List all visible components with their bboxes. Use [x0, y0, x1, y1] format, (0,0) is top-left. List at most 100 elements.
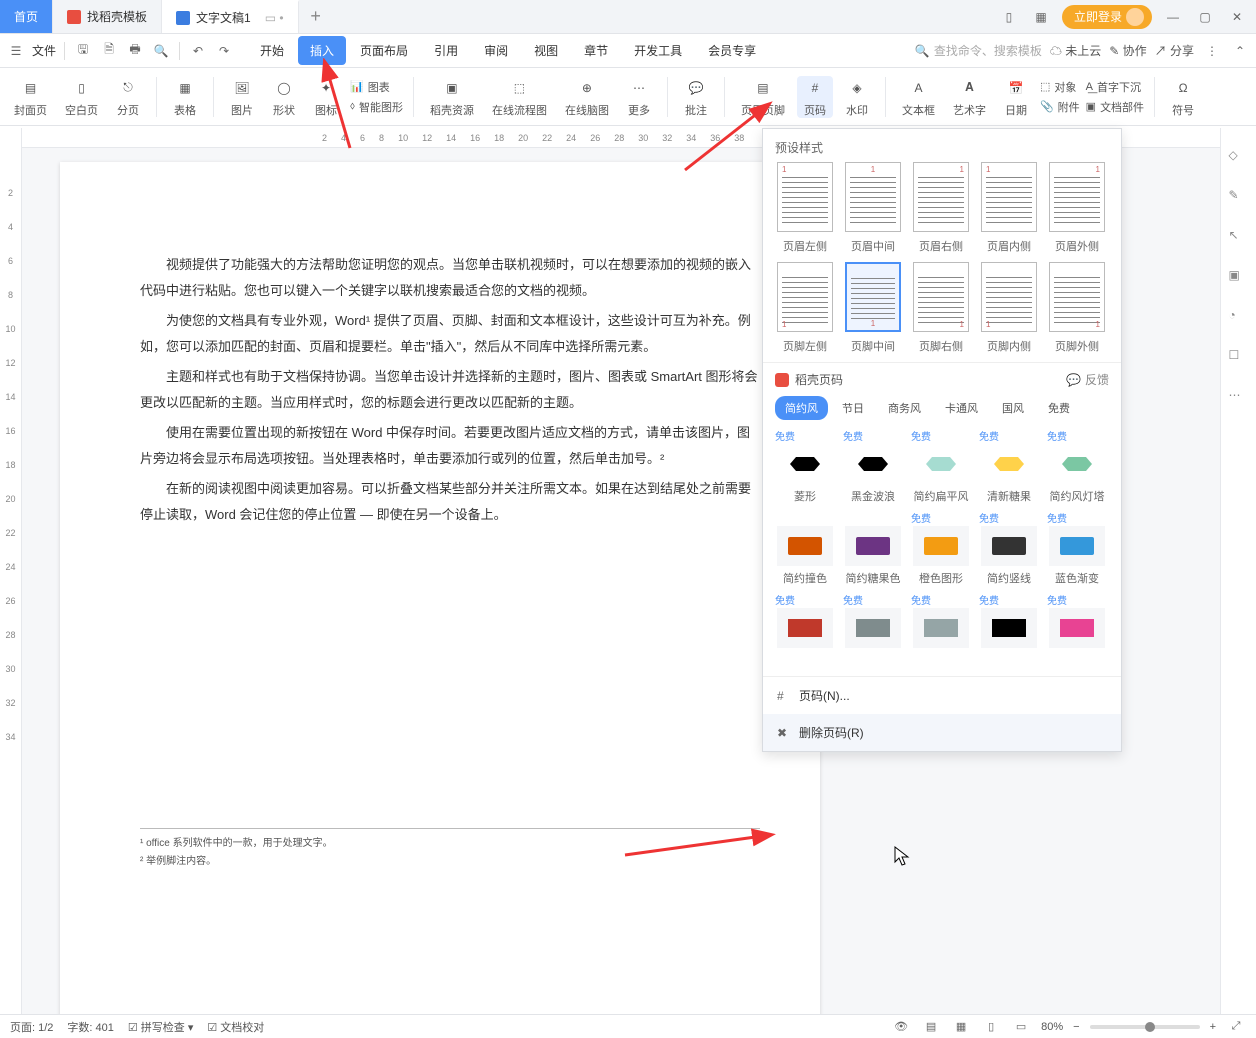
- spellcheck-button[interactable]: ☑ 拼写检查 ▾: [128, 1019, 194, 1035]
- view-icon[interactable]: ▦: [951, 1017, 971, 1037]
- tab-add[interactable]: +: [299, 0, 333, 33]
- pagenum-style-14[interactable]: 免费: [1047, 592, 1107, 666]
- pagenum-style-9[interactable]: 免费蓝色渐变: [1047, 510, 1107, 584]
- blank-page-button[interactable]: ▯空白页: [59, 76, 104, 118]
- pagenum-style-13[interactable]: 免费: [979, 592, 1039, 666]
- zoom-value[interactable]: 80%: [1041, 1021, 1063, 1033]
- delete-page-number[interactable]: ✖删除页码(R): [763, 714, 1121, 751]
- print-icon[interactable]: 🖶: [125, 41, 145, 61]
- fullscreen-icon[interactable]: ⤢: [1226, 1017, 1246, 1037]
- date-button[interactable]: 📅日期: [998, 76, 1034, 118]
- smartart-button[interactable]: ⬨ 智能图形: [350, 99, 403, 115]
- feedback-button[interactable]: 💬 反馈: [1066, 371, 1109, 388]
- pagenum-style-5[interactable]: 简约撞色: [775, 510, 835, 584]
- preview-icon[interactable]: 🔍: [151, 41, 171, 61]
- menu-tab-3[interactable]: 引用: [422, 36, 470, 65]
- pagenum-style-8[interactable]: 免费简约竖线: [979, 510, 1039, 584]
- page-number-dialog[interactable]: #页码(N)...: [763, 677, 1121, 714]
- pagenum-style-0[interactable]: 免费菱形: [775, 428, 835, 502]
- sidebar-icon[interactable]: ◇: [1229, 148, 1249, 168]
- sidebar-icon[interactable]: ⋯: [1229, 388, 1249, 408]
- style-tab-0[interactable]: 简约风: [775, 396, 828, 420]
- menu-tab-5[interactable]: 视图: [522, 36, 570, 65]
- style-tab-1[interactable]: 节日: [832, 396, 874, 420]
- more-icon[interactable]: ⋮: [1202, 41, 1222, 61]
- preset-header-1[interactable]: 1页眉中间: [843, 162, 903, 254]
- word-count[interactable]: 字数: 401: [67, 1019, 113, 1035]
- flowchart-button[interactable]: ⬚在线流程图: [486, 76, 553, 118]
- more-button[interactable]: ⋯更多: [621, 76, 657, 118]
- tab-menu-icon[interactable]: ▭ •: [265, 11, 284, 25]
- menu-tab-2[interactable]: 页面布局: [348, 36, 420, 65]
- pagenum-style-2[interactable]: 免费简约扁平风: [911, 428, 971, 502]
- cover-page-button[interactable]: ▤封面页: [8, 76, 53, 118]
- collab-button[interactable]: ✎ 协作: [1109, 42, 1146, 59]
- view-icon[interactable]: ▭: [1011, 1017, 1031, 1037]
- minimize-button[interactable]: —: [1162, 10, 1184, 24]
- chart-button[interactable]: 📊 图表: [350, 79, 403, 95]
- wordart-button[interactable]: 𝐀艺术字: [947, 76, 992, 118]
- pagenum-style-3[interactable]: 免费清新糖果: [979, 428, 1039, 502]
- proof-button[interactable]: ☑ 文档校对: [207, 1019, 264, 1035]
- sidebar-icon[interactable]: ▣: [1229, 268, 1249, 288]
- menu-tab-8[interactable]: 会员专享: [696, 36, 768, 65]
- grid-icon[interactable]: ▦: [1030, 10, 1052, 24]
- panel-icon[interactable]: ▯: [998, 10, 1020, 24]
- sidebar-icon[interactable]: ◔: [1229, 308, 1249, 328]
- menu-tab-6[interactable]: 章节: [572, 36, 620, 65]
- shape-button[interactable]: ◯形状: [266, 76, 302, 118]
- object-button[interactable]: ⬚ 对象: [1040, 79, 1080, 95]
- login-button[interactable]: 立即登录: [1062, 5, 1152, 29]
- menu-tab-4[interactable]: 审阅: [472, 36, 520, 65]
- pagenum-style-12[interactable]: 免费: [911, 592, 971, 666]
- textbox-button[interactable]: A文本框: [896, 76, 941, 118]
- page-indicator[interactable]: 页面: 1/2: [10, 1019, 53, 1035]
- mindmap-button[interactable]: ⊕在线脑图: [559, 76, 615, 118]
- preset-header-4[interactable]: 1页眉外侧: [1047, 162, 1107, 254]
- view-icon[interactable]: ▯: [981, 1017, 1001, 1037]
- pagenum-style-4[interactable]: 免费简约风灯塔: [1047, 428, 1107, 502]
- command-search[interactable]: 🔍 查找命令、搜索模板: [915, 42, 1042, 59]
- comment-button[interactable]: 💬批注: [678, 76, 714, 118]
- zoom-out[interactable]: −: [1073, 1021, 1079, 1033]
- undo-icon[interactable]: ↶: [188, 41, 208, 61]
- zoom-slider[interactable]: [1090, 1025, 1200, 1029]
- style-tab-2[interactable]: 商务风: [878, 396, 931, 420]
- menu-tab-7[interactable]: 开发工具: [622, 36, 694, 65]
- caret-icon[interactable]: ⌃: [1230, 41, 1250, 61]
- style-tab-5[interactable]: 免费: [1038, 396, 1080, 420]
- tab-home[interactable]: 首页: [0, 0, 53, 33]
- pagenum-style-11[interactable]: 免费: [843, 592, 903, 666]
- preset-header-0[interactable]: 1页眉左侧: [775, 162, 835, 254]
- redo-icon[interactable]: ↷: [214, 41, 234, 61]
- preset-header-3[interactable]: 1页眉内侧: [979, 162, 1039, 254]
- preset-footer-3[interactable]: 1页脚内侧: [979, 262, 1039, 354]
- picture-button[interactable]: 🖼图片: [224, 76, 260, 118]
- preset-footer-0[interactable]: 1页脚左侧: [775, 262, 835, 354]
- page-break-button[interactable]: ⎋分页: [110, 76, 146, 118]
- symbol-button[interactable]: Ω符号: [1165, 76, 1201, 118]
- tab-templates[interactable]: 找稻壳模板: [53, 0, 162, 33]
- tab-document[interactable]: 文字文稿1▭ •: [162, 0, 299, 33]
- icons-button[interactable]: ✦图标: [308, 76, 344, 118]
- hamburger-icon[interactable]: ☰: [6, 41, 26, 61]
- zoom-in[interactable]: +: [1210, 1021, 1216, 1033]
- docer-res-button[interactable]: ▣稻壳资源: [424, 76, 480, 118]
- style-tab-3[interactable]: 卡通风: [935, 396, 988, 420]
- watermark-button[interactable]: ◈水印: [839, 76, 875, 118]
- dropcap-button[interactable]: A͟ 首字下沉: [1086, 79, 1144, 95]
- share-button[interactable]: ↗ 分享: [1155, 42, 1194, 59]
- pagenum-style-1[interactable]: 免费黑金波浪: [843, 428, 903, 502]
- preset-footer-2[interactable]: 1页脚右侧: [911, 262, 971, 354]
- maximize-button[interactable]: ▢: [1194, 10, 1216, 24]
- sidebar-icon[interactable]: ✎: [1229, 188, 1249, 208]
- preset-footer-1[interactable]: 1页脚中间: [843, 262, 903, 354]
- saveas-icon[interactable]: 🗎: [99, 41, 119, 61]
- preset-footer-4[interactable]: 1页脚外侧: [1047, 262, 1107, 354]
- menu-tab-1[interactable]: 插入: [298, 36, 346, 65]
- attach-button[interactable]: 📎 附件: [1040, 99, 1080, 115]
- preset-header-2[interactable]: 1页眉右侧: [911, 162, 971, 254]
- file-menu[interactable]: 文件: [32, 42, 56, 59]
- save-icon[interactable]: 🖫: [73, 41, 93, 61]
- sidebar-icon[interactable]: ↖: [1229, 228, 1249, 248]
